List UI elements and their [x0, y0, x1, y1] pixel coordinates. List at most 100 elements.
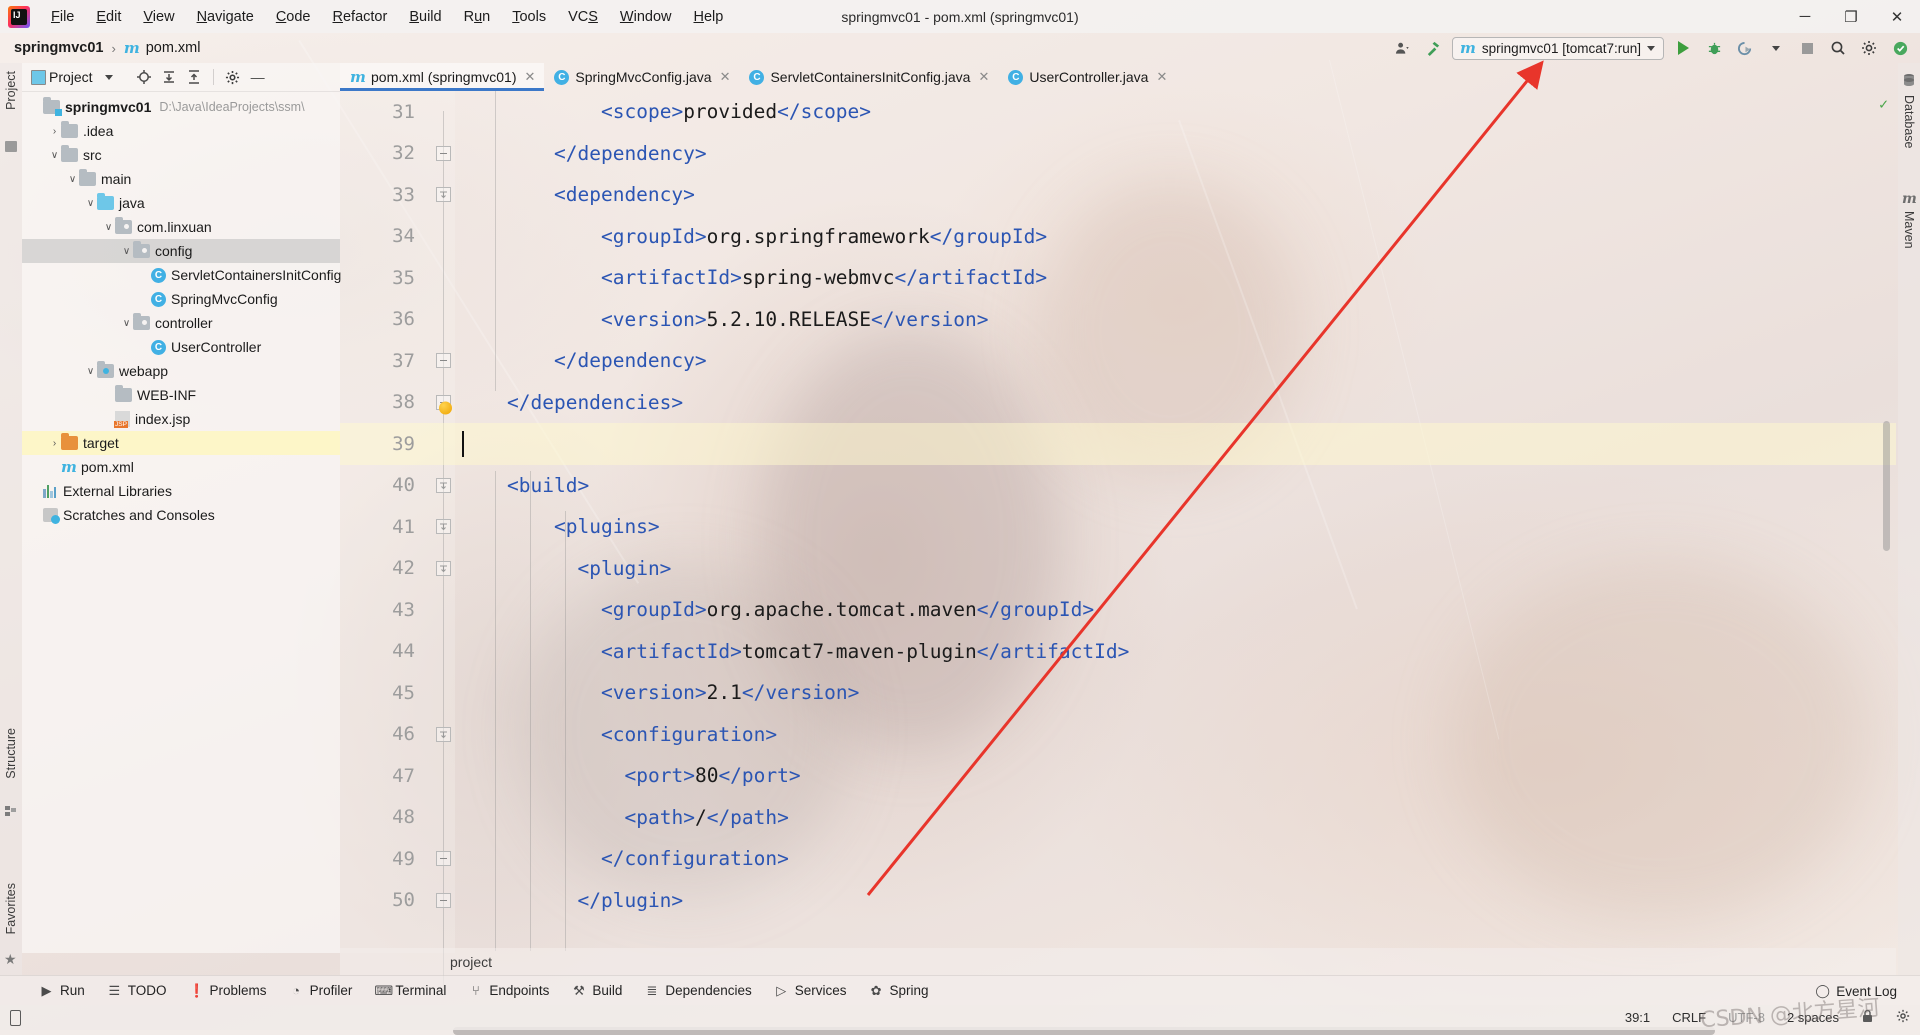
code-line-36[interactable]: 36<version>5.2.10.RELEASE</version>	[340, 299, 1896, 341]
locate-icon[interactable]	[133, 66, 155, 88]
code-line-39[interactable]: 39	[340, 423, 1896, 465]
tree-node-webapp[interactable]: ∨webapp	[22, 359, 340, 383]
code-line-37[interactable]: 37</dependency>	[340, 340, 1896, 382]
code-line-41[interactable]: 41<plugins>	[340, 506, 1896, 548]
bottom-tool-spring[interactable]: ✿Spring	[858, 980, 940, 1002]
bottom-tool-problems[interactable]: ❗Problems	[178, 980, 278, 1002]
intention-bulb-icon[interactable]	[439, 401, 452, 414]
close-icon[interactable]: ✕	[978, 69, 989, 85]
menu-item-edit[interactable]: Edit	[85, 4, 132, 30]
breadcrumb-element[interactable]: project	[450, 954, 492, 970]
tree-node-controller[interactable]: ∨controller	[22, 311, 340, 335]
fold-end-icon[interactable]	[436, 851, 451, 866]
code-line-33[interactable]: 33<dependency>	[340, 174, 1896, 216]
minimize-button[interactable]: ─	[1782, 0, 1828, 33]
close-icon[interactable]: ✕	[524, 69, 535, 85]
bottom-tool-run[interactable]: ▶Run	[28, 980, 96, 1002]
caret-position[interactable]: 39:1	[1625, 1010, 1650, 1025]
project-tree[interactable]: springmvc01D:\Java\IdeaProjects\ssm\›.id…	[22, 92, 340, 527]
tree-expand-arrow[interactable]: ∨	[84, 198, 97, 209]
lock-icon[interactable]	[1861, 1009, 1874, 1026]
bottom-tool-terminal[interactable]: ⌨Terminal	[363, 980, 457, 1002]
tree-expand-arrow[interactable]: ∨	[66, 174, 79, 185]
code-line-35[interactable]: 35<artifactId>spring-webmvc</artifactId>	[340, 257, 1896, 299]
fold-end-icon[interactable]	[436, 146, 451, 161]
search-icon[interactable]	[1826, 37, 1850, 59]
editor-tab-pom[interactable]: mpom.xml (springmvc01)✕	[340, 63, 544, 91]
tree-node-servletcontainersinitconfig[interactable]: CServletContainersInitConfig	[22, 263, 340, 287]
code-line-49[interactable]: 49</configuration>	[340, 838, 1896, 880]
line-separator[interactable]: CRLF	[1672, 1010, 1706, 1025]
stripe-button-database[interactable]: Database	[1902, 95, 1916, 149]
code-line-47[interactable]: 47<port>80</port>	[340, 755, 1896, 797]
chevron-down-icon[interactable]	[1764, 37, 1788, 59]
file-encoding[interactable]: UTF-8	[1728, 1010, 1765, 1025]
stop-icon[interactable]	[1795, 37, 1819, 59]
editor-tab-springmvcconfig[interactable]: CSpringMvcConfig.java✕	[544, 63, 739, 91]
chevron-down-icon[interactable]	[98, 66, 120, 88]
code-line-44[interactable]: 44<artifactId>tomcat7-maven-plugin</arti…	[340, 631, 1896, 673]
tree-expand-arrow[interactable]: ∨	[120, 318, 133, 329]
user-settings-icon[interactable]	[1390, 37, 1414, 59]
code-line-45[interactable]: 45<version>2.1</version>	[340, 672, 1896, 714]
menu-item-code[interactable]: Code	[265, 4, 322, 30]
tree-node-src[interactable]: ∨src	[22, 143, 340, 167]
bottom-tool-services[interactable]: ▷Services	[763, 980, 858, 1002]
fold-start-icon[interactable]	[436, 519, 451, 534]
tree-expand-arrow[interactable]: ›	[48, 438, 61, 449]
settings-icon[interactable]	[1896, 1009, 1910, 1026]
tree-node-pom-xml[interactable]: mpom.xml	[22, 455, 340, 479]
code-line-50[interactable]: 50</plugin>	[340, 880, 1896, 922]
menu-item-navigate[interactable]: Navigate	[186, 4, 265, 30]
menu-item-run[interactable]: Run	[453, 4, 502, 30]
hide-icon[interactable]: —	[247, 66, 269, 88]
fold-start-icon[interactable]	[436, 187, 451, 202]
collapse-all-icon[interactable]	[183, 66, 205, 88]
bottom-tool-build[interactable]: ⚒Build	[560, 980, 633, 1002]
bottom-tool-endpoints[interactable]: ⑂Endpoints	[457, 980, 560, 1001]
code-line-31[interactable]: 31<scope>provided</scope>	[340, 91, 1896, 133]
tree-expand-arrow[interactable]: ∨	[120, 246, 133, 257]
tree-node-index-jsp[interactable]: index.jsp	[22, 407, 340, 431]
menu-item-refactor[interactable]: Refactor	[322, 4, 399, 30]
menu-item-view[interactable]: View	[132, 4, 185, 30]
stripe-button-maven[interactable]: Maven	[1902, 211, 1916, 249]
tree-node-usercontroller[interactable]: CUserController	[22, 335, 340, 359]
settings-icon[interactable]	[222, 66, 244, 88]
close-icon[interactable]: ✕	[720, 69, 731, 85]
breadcrumb-file[interactable]: pom.xml	[146, 40, 201, 56]
menu-item-build[interactable]: Build	[398, 4, 452, 30]
tree-node--idea[interactable]: ›.idea	[22, 119, 340, 143]
stripe-button-project[interactable]: Project	[4, 71, 18, 110]
debug-icon[interactable]	[1702, 37, 1726, 59]
tree-expand-arrow[interactable]: ∨	[102, 222, 115, 233]
tree-node-main[interactable]: ∨main	[22, 167, 340, 191]
code-line-42[interactable]: 42<plugin>	[340, 548, 1896, 590]
bottom-tool-profiler[interactable]: ◔Profiler	[278, 980, 364, 1001]
bottom-tool-dependencies[interactable]: ≣Dependencies	[633, 980, 762, 1002]
tree-node-com-linxuan[interactable]: ∨com.linxuan	[22, 215, 340, 239]
bottom-tool-todo[interactable]: ☰TODO	[96, 980, 178, 1002]
code-line-34[interactable]: 34<groupId>org.springframework</groupId>	[340, 216, 1896, 258]
tree-node-external-libraries[interactable]: External Libraries	[22, 479, 340, 503]
chevron-down-icon[interactable]	[1647, 46, 1655, 51]
run-configuration-selector[interactable]: m springmvc01 [tomcat7:run]	[1452, 37, 1664, 60]
run-with-coverage-icon[interactable]	[1733, 37, 1757, 59]
tree-expand-arrow[interactable]: ∨	[84, 366, 97, 377]
close-icon[interactable]: ✕	[1156, 69, 1167, 85]
tree-node-springmvc01[interactable]: springmvc01D:\Java\IdeaProjects\ssm\	[22, 95, 340, 119]
breadcrumb-project[interactable]: springmvc01	[14, 40, 103, 56]
editor-vertical-scrollbar[interactable]	[1883, 421, 1890, 551]
fold-end-icon[interactable]	[436, 353, 451, 368]
editor-tab-servletcontainersinitconfig[interactable]: CServletContainersInitConfig.java✕	[739, 63, 998, 91]
updates-icon[interactable]	[1888, 37, 1912, 59]
stripe-button-structure[interactable]: Structure	[4, 728, 18, 779]
close-button[interactable]: ✕	[1874, 0, 1920, 33]
code-line-40[interactable]: 40<build>	[340, 465, 1896, 507]
tree-node-web-inf[interactable]: WEB-INF	[22, 383, 340, 407]
run-icon[interactable]	[1671, 37, 1695, 59]
stripe-button-favorites[interactable]: Favorites	[4, 883, 18, 934]
ide-widget-icon[interactable]	[10, 1010, 21, 1026]
code-editor[interactable]: 31<scope>provided</scope>32</dependency>…	[340, 91, 1896, 953]
code-line-43[interactable]: 43<groupId>org.apache.tomcat.maven</grou…	[340, 589, 1896, 631]
